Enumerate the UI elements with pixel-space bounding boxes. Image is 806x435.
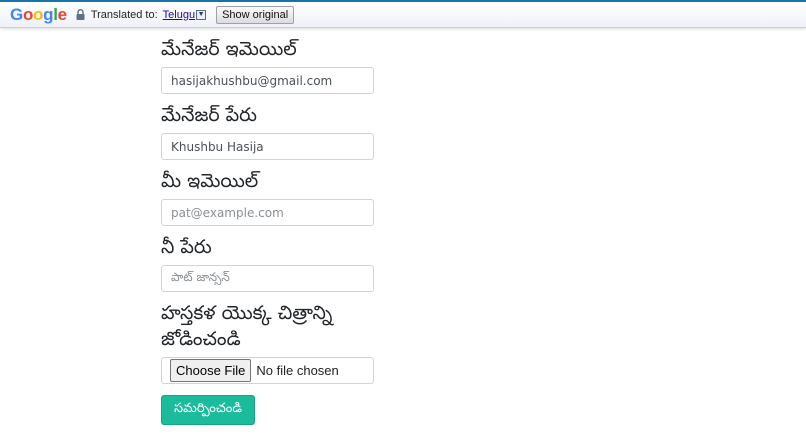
google-translate-bar: Google Translated to: Telugu ▼ Show orig…: [0, 0, 806, 28]
submit-button[interactable]: సమర్పించండి: [161, 395, 255, 425]
manager-name-label: మేనేజర్ పేరు: [161, 104, 257, 126]
your-name-label: నీ పేరు: [161, 236, 212, 258]
file-status-text: No file chosen: [256, 363, 339, 378]
craft-image-file-input[interactable]: Choose File No file chosen: [161, 357, 374, 384]
show-original-button[interactable]: Show original: [216, 5, 295, 24]
manager-email-input[interactable]: hasijakhushbu@gmail.com: [161, 67, 374, 94]
choose-file-button[interactable]: Choose File: [170, 359, 252, 382]
manager-email-label: మేనేజర్ ఇమెయిల్: [161, 38, 297, 60]
lock-icon: [76, 9, 85, 20]
craft-image-label: హస్తకళ యొక్క చిత్రాన్ని జోడించండి: [161, 302, 333, 350]
manager-name-input[interactable]: Khushbu Hasija: [161, 133, 374, 160]
your-email-label: మీ ఇమెయిల్: [161, 170, 259, 192]
your-name-input[interactable]: పాట్ జాన్సన్: [161, 265, 374, 292]
language-dropdown-icon[interactable]: ▼: [196, 9, 207, 20]
target-language-link[interactable]: Telugu: [163, 9, 195, 21]
translated-to-label: Translated to:: [90, 8, 158, 21]
google-logo: Google: [10, 5, 67, 24]
your-email-input[interactable]: pat@example.com: [161, 199, 374, 226]
craft-submission-form: మేనేజర్ ఇమెయిల్ hasijakhushbu@gmail.com …: [161, 36, 375, 425]
